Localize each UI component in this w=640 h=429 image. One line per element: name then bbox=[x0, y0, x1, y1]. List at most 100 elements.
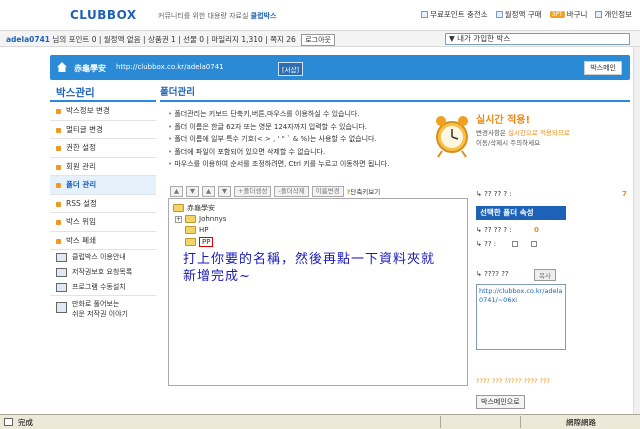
folder-url-field[interactable]: http://clubbox.co.kr/adela0741/~06xi bbox=[476, 284, 566, 350]
sidebar-extra-guide[interactable]: 클럽박스 이용안내 bbox=[50, 250, 156, 265]
sidebar-extra-line2: 쉬운 저작권 이야기 bbox=[72, 310, 128, 318]
folder-tree: 赤龜學安 + Johnnys HP PP 打上你要的名稱，然後再點一下資料夾就 … bbox=[168, 198, 468, 386]
shortcut-help-link[interactable]: ?단축키보기 bbox=[347, 186, 381, 196]
permission-checkbox[interactable] bbox=[530, 241, 537, 247]
tree-node-johnnys[interactable]: + Johnnys bbox=[175, 215, 226, 223]
square-icon bbox=[595, 11, 603, 18]
folder-icon bbox=[185, 226, 196, 234]
sidebar-extra-comic[interactable]: 만화로 풀어보는쉬운 저작권 이야기 bbox=[50, 295, 156, 321]
page-title: 폴더관리 bbox=[160, 84, 630, 102]
joined-box-select[interactable]: ▼ 내가 가입한 박스 bbox=[445, 33, 630, 45]
box-url-bar: 赤龜學安 http://clubbox.co.kr/adela0741 [서샵]… bbox=[50, 55, 630, 80]
username: adela0741 bbox=[6, 35, 51, 44]
go-box-main-button[interactable]: 박스메인으로 bbox=[476, 395, 525, 409]
status-divider bbox=[440, 416, 441, 428]
tree-root-label: 赤龜學安 bbox=[187, 204, 215, 212]
realtime-desc-prefix: 변경사항은 bbox=[476, 129, 506, 137]
property-row: ↳ ?? : bbox=[476, 240, 537, 248]
top-bar: CLUBBOX 커뮤니티를 위한 대용량 자료실 클럽박스 무료포인트 충전소 … bbox=[0, 0, 640, 30]
property-label: ?? ?? ? : bbox=[484, 226, 512, 234]
sidebar-item-permissions[interactable]: 권한 설정 bbox=[50, 139, 156, 158]
username-suffix: 님의 bbox=[52, 35, 67, 44]
rename-folder-button[interactable]: 이름변경 bbox=[311, 185, 344, 197]
notice-item: 폴더 이름은 한글 62자 또는 영문 124자까지 입력할 수 있습니다. bbox=[168, 121, 428, 134]
sidebar-extra-line1: 만화로 풀어보는 bbox=[72, 300, 120, 308]
sidebar-item-members[interactable]: 회원 관리 bbox=[50, 158, 156, 176]
realtime-desc-line2: 이동/삭제시 주의하세요 bbox=[476, 139, 541, 147]
property-label: ?? : bbox=[484, 240, 497, 248]
top-link-label: 바구니 bbox=[566, 10, 588, 19]
notice-list: 폴더관리는 키보드 단축키,버튼,마우스를 이용하실 수 있습니다. 폴더 이름… bbox=[168, 108, 428, 171]
sidebar-title: 박스관리 bbox=[50, 84, 156, 102]
sidebar-extra-label: 프로그램 수동설치 bbox=[72, 283, 126, 291]
top-link-label: 무료포인트 충전소 bbox=[430, 10, 488, 19]
annotation-line2: 新增完成~ bbox=[183, 269, 251, 284]
top-link-profile[interactable]: 개인정보 bbox=[595, 9, 632, 20]
top-link-basket[interactable]: 3PT 바구니 bbox=[549, 9, 588, 20]
tree-root[interactable]: 赤龜學安 bbox=[173, 203, 215, 213]
slogan-text: 커뮤니티를 위한 대용량 자료실 bbox=[158, 12, 249, 20]
create-folder-button[interactable]: +폴더생성 bbox=[234, 185, 272, 197]
delete-folder-button[interactable]: -폴더삭제 bbox=[274, 185, 309, 197]
user-stats: 포인트 0 | 월정액 없음 | 상품권 1 | 선물 0 | 마일리지 1,3… bbox=[68, 35, 296, 44]
arrow-icon: ↳ bbox=[476, 270, 482, 278]
tree-node-label: Johnnys bbox=[199, 215, 227, 223]
property-row: ↳ ???? ?? bbox=[476, 270, 509, 278]
property-row: ↳ ?? ?? ? : bbox=[476, 190, 512, 198]
clubbox-logo[interactable]: CLUBBOX bbox=[70, 8, 137, 22]
vertical-scrollbar[interactable] bbox=[633, 47, 640, 414]
sidebar: 박스관리 박스정보 변경 멀티글 변경 권한 설정 회원 관리 폴더 관리 RS… bbox=[50, 84, 156, 384]
realtime-desc: 변경사항은 실시간으로 적용되므로 이동/삭제시 주의하세요 bbox=[476, 128, 570, 148]
move-bottom-button[interactable]: ▼ bbox=[186, 185, 199, 197]
notice-item: 마우스를 이용하여 순서를 조정하려면, Ctrl 키를 누르고 이동하면 됩니… bbox=[168, 158, 428, 171]
folder-icon bbox=[185, 238, 196, 246]
top-link-free-points[interactable]: 무료포인트 충전소 bbox=[421, 9, 488, 20]
tree-node-label: HP bbox=[199, 226, 209, 234]
sidebar-item-multi[interactable]: 멀티글 변경 bbox=[50, 121, 156, 139]
permission-checkbox[interactable] bbox=[512, 241, 519, 247]
folder-icon bbox=[173, 204, 184, 212]
expand-icon[interactable]: + bbox=[175, 215, 182, 223]
page-icon bbox=[4, 418, 13, 426]
notice-item: 폴더 이름에 일부 특수 기호(< > , ' " ` & %)는 사용할 수 … bbox=[168, 133, 428, 146]
realtime-desc-highlight: 실시간으로 적용되므로 bbox=[507, 129, 570, 137]
top-link-label: 개인정보 bbox=[604, 10, 632, 19]
club-url[interactable]: http://clubbox.co.kr/adela0741 bbox=[116, 63, 224, 71]
square-icon bbox=[421, 11, 429, 18]
sidebar-extra-install[interactable]: 프로그램 수동설치 bbox=[50, 280, 156, 295]
arrow-icon: ↳ bbox=[476, 226, 482, 234]
handwritten-annotation: 打上你要的名稱，然後再點一下資料夾就 新增完成~ bbox=[183, 251, 463, 285]
tree-node-hp[interactable]: HP bbox=[175, 226, 209, 234]
folder-toolbar: ▲ ▼ ▲ ▼ +폴더생성 -폴더삭제 이름변경 ?단축키보기 bbox=[170, 185, 380, 197]
property-value: 7 bbox=[622, 190, 627, 198]
copy-button[interactable]: 복사 bbox=[534, 269, 556, 281]
sidebar-item-delegate[interactable]: 박스 위임 bbox=[50, 213, 156, 232]
sidebar-extra-copyright[interactable]: 저작권보호 요청목록 bbox=[50, 265, 156, 280]
box-main-button[interactable]: 박스메인 bbox=[584, 61, 622, 75]
points-badge: 3PT bbox=[549, 11, 565, 18]
user-bar: adela0741 님의 포인트 0 | 월정액 없음 | 상품권 1 | 선물… bbox=[0, 30, 640, 47]
move-down-button[interactable]: ▼ bbox=[218, 185, 231, 197]
page: CLUBBOX 커뮤니티를 위한 대용량 자료실 클럽박스 무료포인트 충전소 … bbox=[0, 0, 640, 429]
realtime-notice: 실시간 적용! 변경사항은 실시간으로 적용되므로 이동/삭제시 주의하세요 bbox=[432, 103, 632, 173]
sidebar-item-folders[interactable]: 폴더 관리 bbox=[50, 176, 156, 195]
move-top-button[interactable]: ▲ bbox=[170, 185, 183, 197]
tree-node-pp[interactable]: PP bbox=[175, 237, 214, 247]
sidebar-item-box-info[interactable]: 박스정보 변경 bbox=[50, 102, 156, 121]
top-link-monthly[interactable]: 월정액 구매 bbox=[495, 9, 542, 20]
home-icon[interactable] bbox=[57, 62, 67, 72]
slogan: 커뮤니티를 위한 대용량 자료실 클럽박스 bbox=[158, 11, 276, 21]
move-up-button[interactable]: ▲ bbox=[202, 185, 215, 197]
sidebar-item-rss[interactable]: RSS 설정 bbox=[50, 195, 156, 213]
status-bar: 完成 網際網路 bbox=[0, 414, 640, 429]
logout-button[interactable]: 로그아웃 bbox=[301, 34, 335, 46]
sidebar-item-close-box[interactable]: 박스 폐쇄 bbox=[50, 232, 156, 250]
program-icon bbox=[56, 283, 67, 292]
folder-name-input[interactable]: PP bbox=[199, 237, 214, 247]
sidebar-extra-label: 저작권보호 요청목록 bbox=[72, 268, 133, 276]
shop-tag[interactable]: [서샵] bbox=[278, 62, 304, 76]
arrow-icon: ↳ bbox=[476, 190, 482, 198]
property-row: ↳ ?? ?? ? : bbox=[476, 226, 512, 234]
arrow-icon: ↳ bbox=[476, 240, 482, 248]
notice-item: 폴더에 파일이 포함되어 있으면 삭제할 수 없습니다. bbox=[168, 146, 428, 159]
